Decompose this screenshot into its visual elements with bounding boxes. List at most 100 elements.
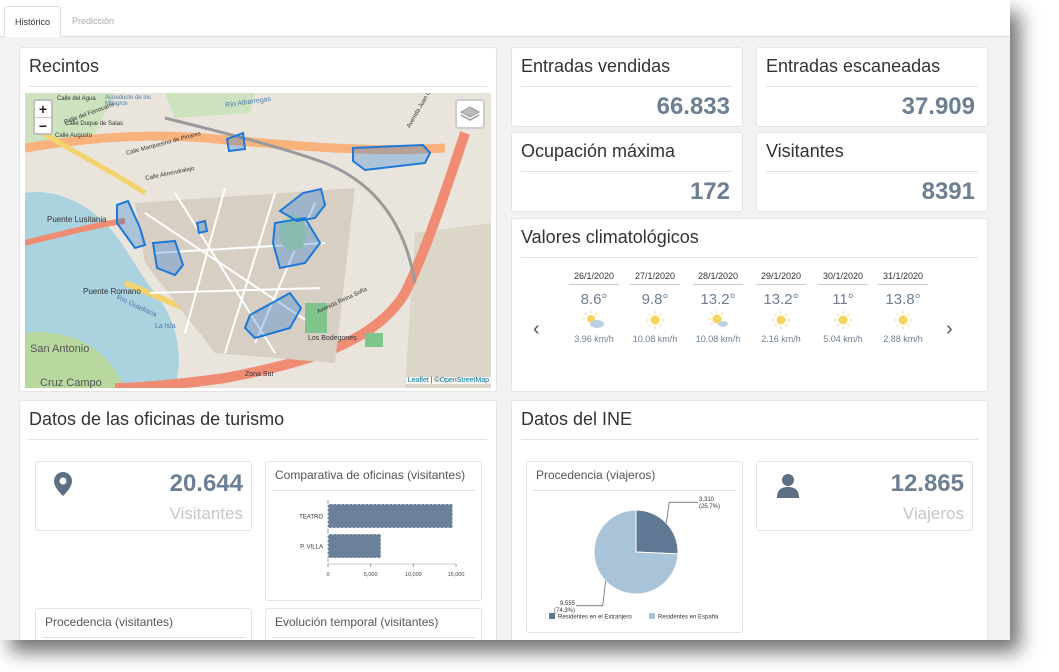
clima-day: 27/1/2020 9.8° 10.08 km/h [630,271,680,344]
day-wind: 2.88 km/h [883,334,923,344]
recintos-map[interactable]: Puente Lusitania Puente Romano San Anton… [25,93,491,388]
zoom-control: + − [33,99,53,135]
bar[interactable] [327,533,382,559]
clima-day: 29/1/2020 13.2° 2.16 km/h [756,271,806,344]
day-wind: 10.08 km/h [632,334,678,344]
clima-day: 28/1/2020 13.2° 10.08 km/h [693,271,743,344]
divider [521,86,733,87]
tab-prediccion[interactable]: Predicción [62,6,124,37]
map-marker-icon [54,472,72,496]
layers-button[interactable] [455,99,485,129]
ine-title: Datos del INE [521,409,633,429]
procedencia-visitantes-title: Procedencia (visitantes) [45,615,174,629]
divider [29,86,487,87]
bar-tick-label: 15,000 [448,572,465,578]
divider [521,171,733,172]
clima-next-button[interactable]: › [946,318,953,341]
evolucion-title: Evolución temporal (visitantes) [275,615,439,629]
comparativa-bar-chart: TEATRO P. VILLA 0 5,000 10,000 15,000 [299,500,465,578]
attribution-separator: | © [428,377,440,384]
day-date: 28/1/2020 [693,271,743,285]
divider [766,171,978,172]
divider [272,637,475,638]
sun-icon [834,311,852,329]
bar-tick-label: 5,000 [364,572,378,578]
divider [533,490,736,491]
zoom-out-button[interactable]: − [35,117,51,134]
turismo-visitantes-label: Visitantes [169,504,243,523]
layers-icon [459,106,481,121]
leaflet-link[interactable]: Leaflet [408,377,429,384]
pie-value-label: 9,555 [560,601,576,607]
kpi-value: 37.909 [901,93,975,120]
day-wind: 5.04 km/h [823,334,863,344]
tab-bar: Histórico Predicción [0,0,1010,37]
divider [521,257,978,258]
ine-viajeros-label: Viajeros [902,504,964,523]
legend-swatch [549,613,555,619]
pie-leader-line [576,580,606,607]
kpi-label: Visitantes [766,141,844,161]
evolucion-card: Evolución temporal (visitantes) [265,608,482,640]
pie-slice[interactable] [635,509,679,555]
divider [29,439,487,440]
pie-percent-label: (25.7%) [699,504,720,510]
divider [272,490,475,491]
turismo-visitantes-value: 20.644 [169,470,243,497]
bar-tick-label: 10,000 [405,572,422,578]
recintos-polygons[interactable] [25,93,491,388]
day-date: 26/1/2020 [569,271,619,285]
user-icon [777,474,799,498]
day-temp: 8.6° [580,291,608,308]
kpi-value: 8391 [921,178,975,205]
kpi-entradas-vendidas: Entradas vendidas 66.833 [511,47,743,127]
kpi-ocupacion: Ocupación máxima 172 [511,132,743,212]
bar[interactable] [327,503,454,529]
map-attribution: Leaflet | ©OpenStreetMap [405,377,491,384]
divider [42,637,245,638]
day-wind: 2.16 km/h [761,334,801,344]
kpi-entradas-escaneadas: Entradas escaneadas 37.909 [756,47,988,127]
legend-label: Residentes en el Extranjero [558,615,632,621]
pie-leader-line [666,501,698,524]
kpi-label: Entradas escaneadas [766,56,941,76]
pie-percent-label: (74.3%) [554,608,575,614]
zoom-in-button[interactable]: + [35,101,51,117]
kpi-value: 172 [689,178,730,205]
day-temp: 9.8° [641,291,669,308]
procedencia-pie-chart: 3,310(25.7%) 9,555(74.3%)Residentes en el… [549,497,720,621]
osm-link[interactable]: OpenStreetMap [440,377,489,384]
comparativa-card: Comparativa de oficinas (visitantes) TEA… [265,461,482,601]
clima-prev-button[interactable]: ‹ [533,318,540,341]
kpi-visitantes: Visitantes 8391 [756,132,988,212]
pie-value-label: 3,310 [699,497,715,503]
clima-title: Valores climatológicos [521,227,699,247]
day-date: 31/1/2020 [878,271,928,285]
procedencia-visitantes-card: Procedencia (visitantes) [35,608,252,640]
turismo-title: Datos de las oficinas de turismo [29,409,285,429]
ine-viajeros-value: 12.865 [890,470,964,497]
day-wind: 10.08 km/h [695,334,741,344]
sun-icon [772,311,790,329]
bar-category-label: TEATRO [299,515,323,521]
sun-icon [646,311,664,329]
partly-cloudy-icon [583,311,604,328]
day-temp: 11° [832,291,854,308]
legend-label: Residentes en España [658,615,719,621]
day-temp: 13.2° [700,291,736,308]
legend-swatch [649,613,655,619]
day-date: 30/1/2020 [818,271,868,285]
comparativa-title: Comparativa de oficinas (visitantes) [275,468,466,482]
divider [766,86,978,87]
clima-day: 26/1/2020 8.6° 3.96 km/h [569,271,619,344]
divider [521,439,978,440]
tab-historico[interactable]: Histórico [4,6,62,37]
clima-day: 30/1/2020 11° 5.04 km/h [818,271,868,344]
procedencia-viajeros-title: Procedencia (viajeros) [536,468,656,482]
turismo-visitantes-box: 20.644 Visitantes [35,461,252,531]
day-date: 29/1/2020 [756,271,806,285]
day-temp: 13.8° [885,291,921,308]
recintos-title: Recintos [29,56,100,76]
kpi-label: Entradas vendidas [521,56,671,76]
bar-tick-label: 0 [326,572,329,578]
